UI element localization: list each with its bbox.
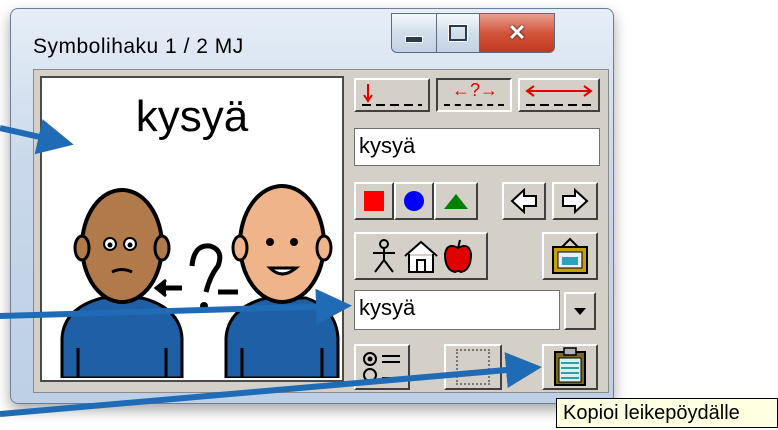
tooltip: Kopioi leikepöydälle — [556, 398, 778, 428]
arrow-to-combobox — [0, 288, 352, 325]
arrow-to-preview — [0, 119, 74, 155]
arrow-to-clipboard — [0, 352, 542, 417]
annotation-arrows — [0, 119, 542, 417]
